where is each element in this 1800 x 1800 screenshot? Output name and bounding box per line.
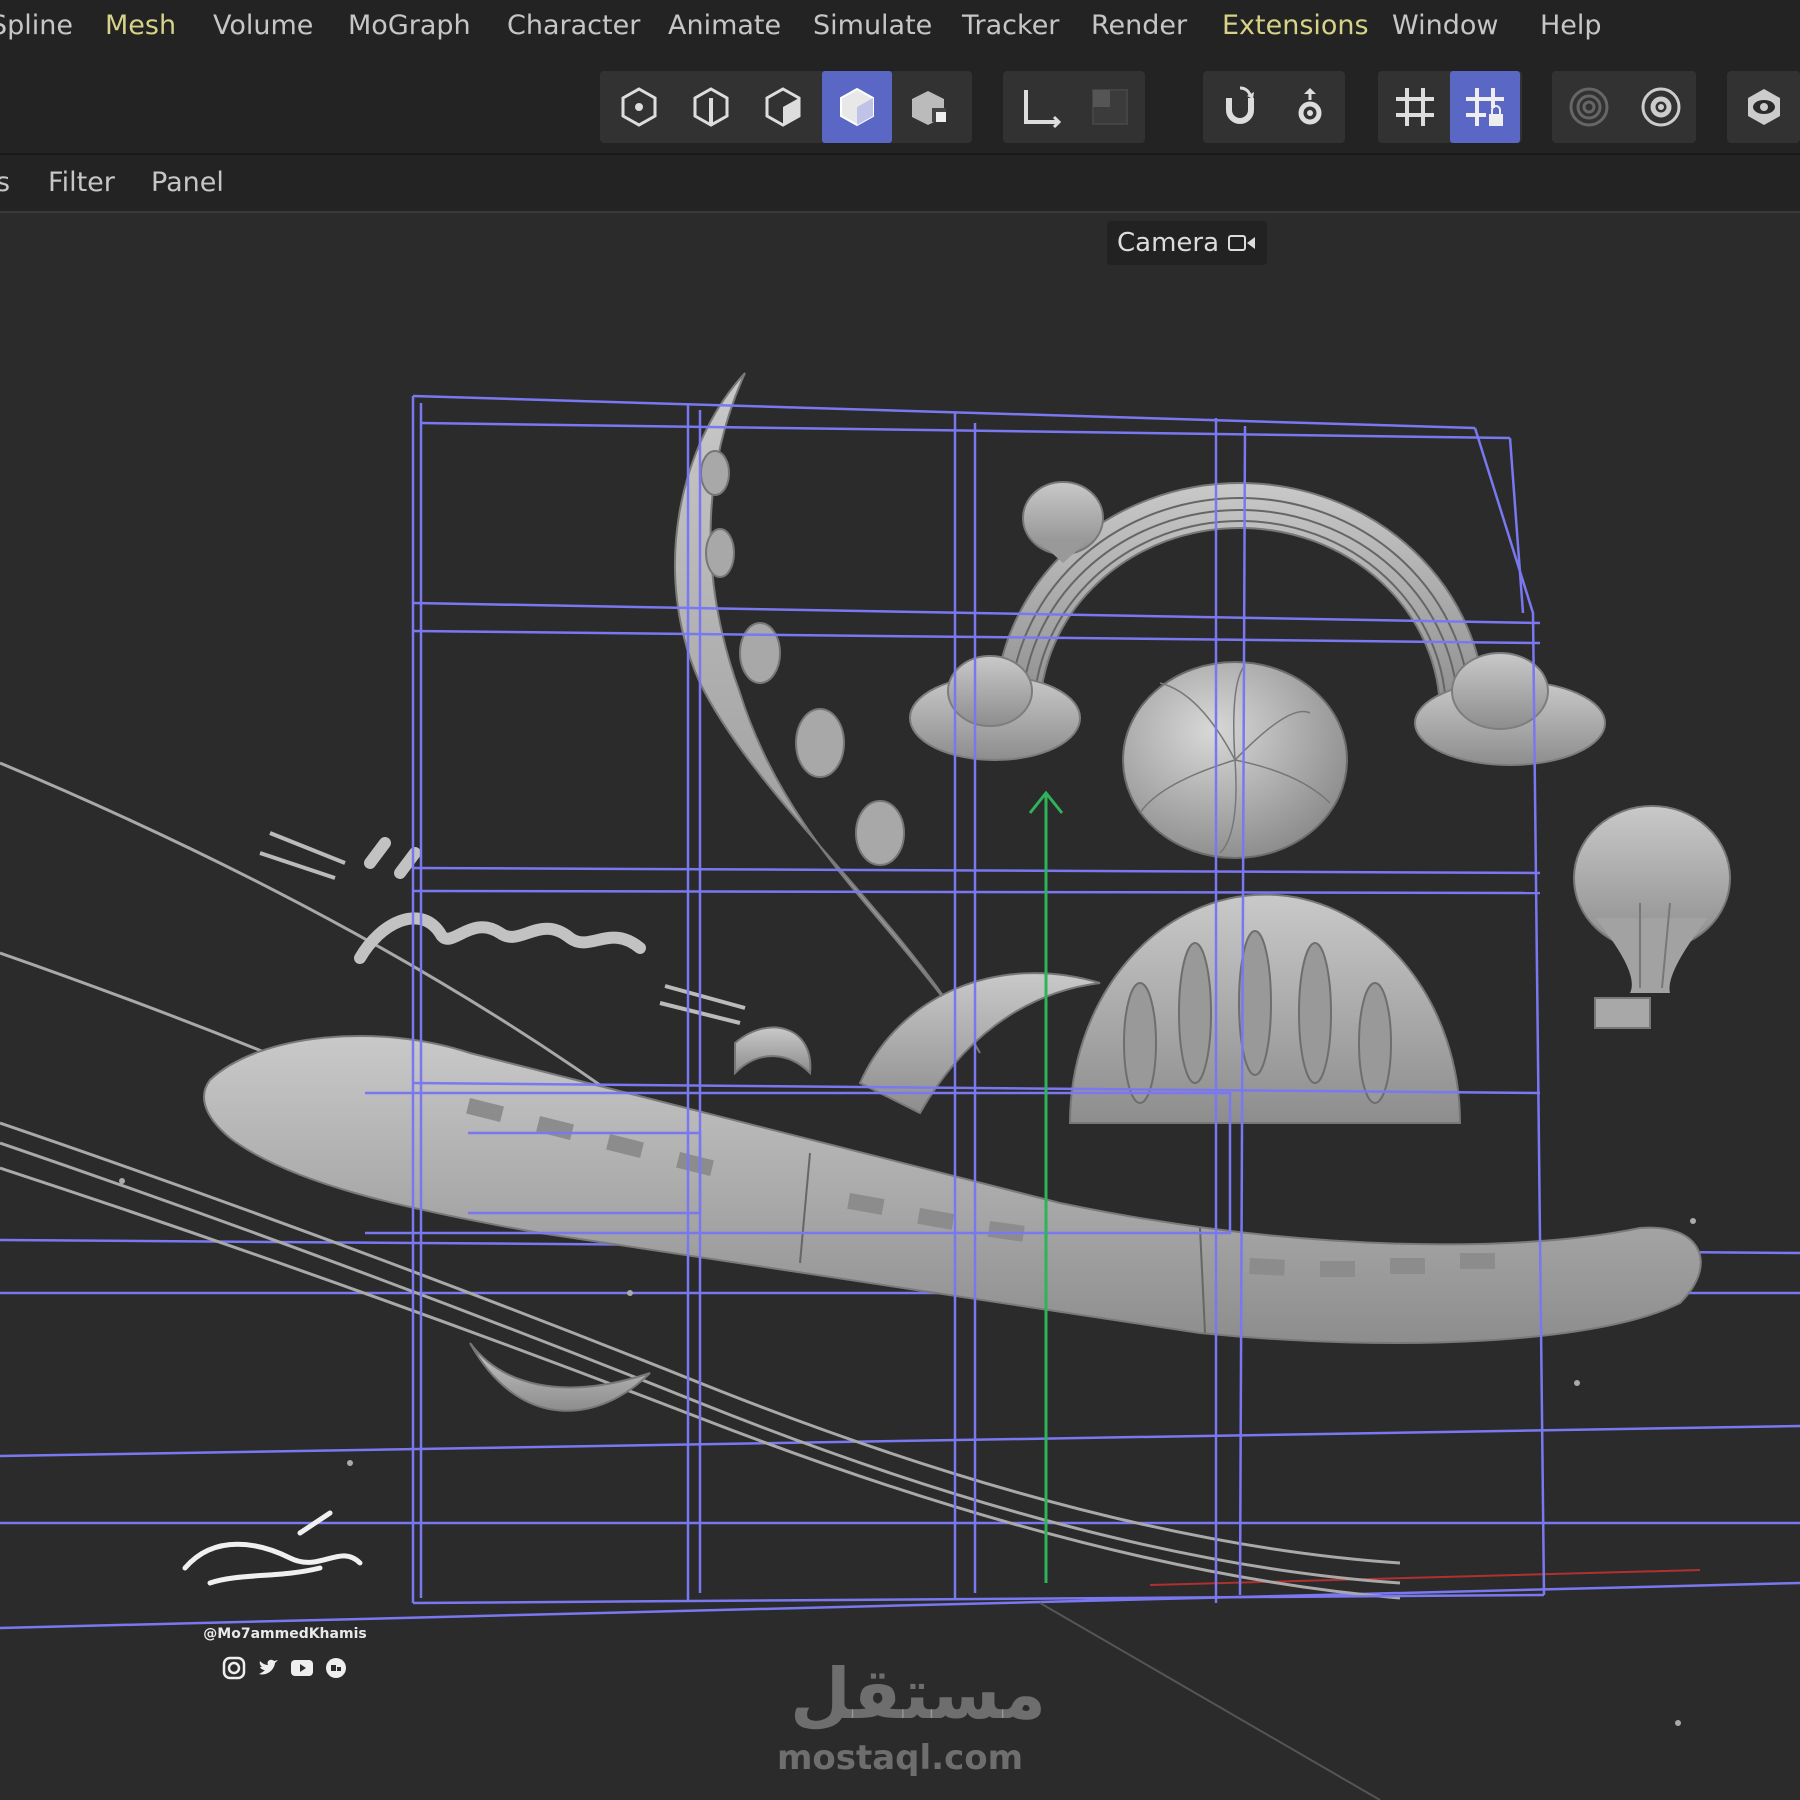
behance-icon [326, 1658, 346, 1678]
axis-group [1003, 71, 1145, 143]
mode-group [600, 71, 972, 143]
moon-crater-pattern [700, 450, 905, 866]
menu-mograph[interactable]: MoGraph [348, 10, 471, 41]
viewport-menu-filter[interactable]: Filter [48, 167, 115, 198]
y-axis-gizmo [1028, 790, 1064, 1583]
render-view-button[interactable] [1554, 71, 1624, 143]
menu-mesh[interactable]: Mesh [105, 10, 176, 41]
points-mode-icon [621, 87, 657, 127]
cloud-left [909, 655, 1081, 761]
polygons-mode-icon [765, 87, 801, 127]
edges-mode-button[interactable] [676, 71, 746, 143]
edges-mode-icon [693, 87, 729, 127]
render-settings-icon [1641, 87, 1681, 127]
snap-settings-icon [1298, 88, 1322, 125]
calligraphy-model [354, 837, 646, 964]
menu-spline[interactable]: Spline [0, 10, 73, 41]
toolbar [0, 55, 1800, 155]
axis-mode-icon [1024, 90, 1062, 129]
grid-lock-icon [1466, 88, 1504, 126]
artist-handle: @Mo7ammedKhamis [203, 1626, 367, 1642]
grid-group [1378, 71, 1522, 143]
watermark-latin: mostaql.com [776, 1738, 1024, 1778]
snap-group [1203, 71, 1345, 143]
instagram-icon [222, 1656, 246, 1680]
texture-mode-button[interactable] [896, 71, 966, 143]
workplane-button[interactable] [1075, 71, 1145, 143]
menu-window[interactable]: Window [1392, 10, 1498, 41]
grid-button[interactable] [1380, 71, 1450, 143]
axis-mode-button[interactable] [1005, 71, 1075, 143]
render-view-icon [1569, 87, 1609, 127]
menu-animate[interactable]: Animate [668, 10, 781, 41]
youtube-icon [291, 1660, 313, 1676]
social-icons [210, 1653, 360, 1683]
workplane-icon [1092, 89, 1128, 125]
x-axis-line [1149, 1569, 1701, 1586]
viewport-eye-button[interactable] [1729, 71, 1799, 143]
snap-settings-button[interactable] [1275, 71, 1345, 143]
view-group [1727, 71, 1800, 143]
grid-icon [1396, 88, 1434, 126]
menu-volume[interactable]: Volume [213, 10, 313, 41]
camera-label-text: Camera [1117, 228, 1220, 258]
camera-icon [1228, 235, 1256, 251]
viewport-menu-bar: s Filter Panel [0, 155, 1800, 213]
menu-simulate[interactable]: Simulate [813, 10, 932, 41]
menu-tracker[interactable]: Tracker [962, 10, 1059, 41]
render-group [1552, 71, 1696, 143]
3d-viewport[interactable]: Camera @Mo7ammedKhamis مستقل mostaql.com [0, 213, 1800, 1800]
menu-render[interactable]: Render [1091, 10, 1187, 41]
render-settings-button[interactable] [1626, 71, 1696, 143]
menu-extensions[interactable]: Extensions [1222, 10, 1369, 41]
perspective-guide [1039, 1602, 1381, 1800]
points-mode-button[interactable] [604, 71, 674, 143]
watermark-arabic: مستقل [790, 1653, 1047, 1735]
grid-lock-button[interactable] [1450, 71, 1520, 143]
menu-bar: Spline Mesh Volume MoGraph Character Ani… [0, 0, 1800, 55]
twitter-icon [259, 1659, 278, 1675]
small-crescent [734, 1026, 812, 1076]
menu-character[interactable]: Character [507, 10, 640, 41]
viewport-menu-cut[interactable]: s [0, 167, 10, 198]
round-medallion [1122, 661, 1348, 859]
magnet-snap-icon [1226, 86, 1254, 124]
menu-help[interactable]: Help [1540, 10, 1602, 41]
model-mode-icon [840, 87, 874, 127]
model-mode-button[interactable] [822, 71, 892, 143]
magnet-snap-button[interactable] [1205, 71, 1275, 143]
viewport-menu-panel[interactable]: Panel [151, 167, 224, 198]
viewport-eye-icon [1748, 89, 1780, 125]
scene-render [0, 372, 1800, 1800]
hot-air-balloon-large [1573, 805, 1731, 1029]
polygons-mode-button[interactable] [748, 71, 818, 143]
texture-mode-icon [912, 91, 946, 125]
camera-label[interactable]: Camera [1107, 221, 1268, 265]
